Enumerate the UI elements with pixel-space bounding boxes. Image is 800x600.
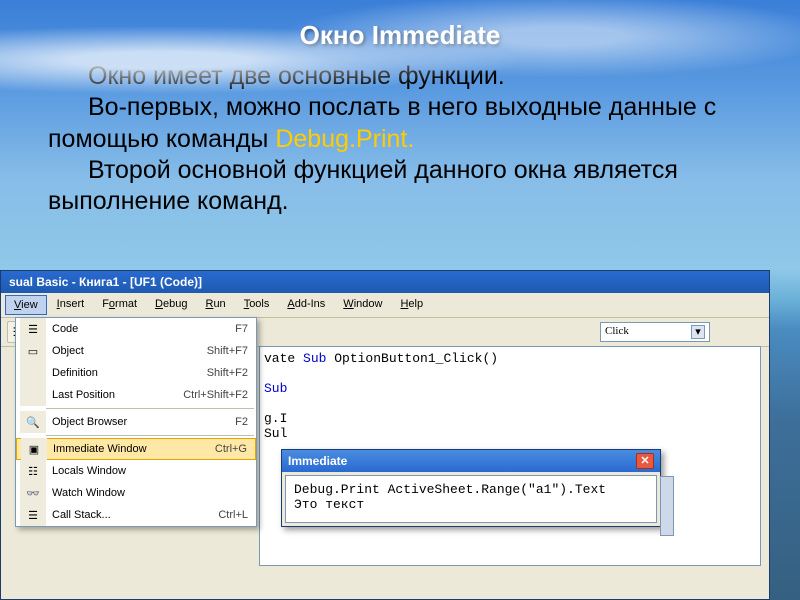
view-menu-object-browser[interactable]: 🔍 Object BrowserF2 — [16, 411, 256, 433]
menu-label: Object Browser — [52, 416, 235, 428]
vb-menubar: View Insert Format Debug Run Tools Add-I… — [1, 293, 769, 317]
menu-addins[interactable]: Add-Ins — [279, 295, 333, 315]
menu-label: Watch Window — [52, 487, 248, 499]
scrollbar-thumb[interactable] — [660, 476, 674, 536]
view-menu-code[interactable]: ☰ CodeF7 — [16, 318, 256, 340]
immediate-window[interactable]: Immediate ✕ Debug.Print ActiveSheet.Rang… — [281, 449, 661, 527]
immediate-body[interactable]: Debug.Print ActiveSheet.Range("a1").Text… — [285, 475, 657, 523]
paragraph-3: Второй основной функцией данного окна яв… — [48, 155, 752, 218]
blank-icon — [20, 384, 46, 406]
locals-icon: ☷ — [20, 460, 46, 482]
menu-label: Call Stack... — [52, 509, 218, 521]
vb-ide-window: sual Basic - Книга1 - [UF1 (Code)] View … — [0, 270, 770, 600]
menu-shortcut: Shift+F7 — [207, 345, 248, 357]
menu-insert[interactable]: Insert — [49, 295, 93, 315]
page-number: 22 — [718, 517, 740, 540]
object-icon: ▭ — [20, 340, 46, 362]
view-menu-last-position[interactable]: Last PositionCtrl+Shift+F2 — [16, 384, 256, 406]
view-menu-call-stack-[interactable]: ☰ Call Stack...Ctrl+L — [16, 504, 256, 526]
menu-shortcut: Ctrl+G — [215, 443, 247, 455]
menu-shortcut: F7 — [235, 323, 248, 335]
menu-help[interactable]: Help — [392, 295, 431, 315]
immediate-title: Immediate — [288, 454, 347, 468]
menu-tools[interactable]: Tools — [236, 295, 278, 315]
vb-title-bar[interactable]: sual Basic - Книга1 - [UF1 (Code)] — [1, 271, 769, 293]
menu-format[interactable]: Format — [94, 295, 145, 315]
view-dropdown-menu: ☰CodeF7▭ObjectShift+F7DefinitionShift+F2… — [15, 317, 257, 527]
blank-icon — [20, 362, 46, 384]
view-menu-locals-window[interactable]: ☷ Locals Window — [16, 460, 256, 482]
chevron-down-icon[interactable]: ▾ — [691, 325, 705, 339]
menu-shortcut: Ctrl+L — [218, 509, 248, 521]
menu-label: Last Position — [52, 389, 183, 401]
menu-debug[interactable]: Debug — [147, 295, 195, 315]
menu-label: Locals Window — [52, 465, 248, 477]
menu-label: Code — [52, 323, 235, 335]
immediate-line-1: Debug.Print ActiveSheet.Range("a1").Text — [294, 482, 648, 497]
browser-icon: 🔍 — [20, 411, 46, 433]
watch-icon: 👓 — [20, 482, 46, 504]
menu-label: Immediate Window — [53, 443, 215, 455]
menu-window[interactable]: Window — [335, 295, 390, 315]
immediate-line-2: Это текст — [294, 497, 648, 512]
menu-shortcut: Shift+F2 — [207, 367, 248, 379]
menu-run[interactable]: Run — [197, 295, 233, 315]
immediate-icon: ▣ — [21, 438, 47, 460]
menu-label: Object — [52, 345, 207, 357]
view-menu-definition[interactable]: DefinitionShift+F2 — [16, 362, 256, 384]
menu-shortcut: F2 — [235, 416, 248, 428]
procedure-dropdown[interactable]: Click▾ — [600, 322, 710, 342]
view-menu-watch-window[interactable]: 👓 Watch Window — [16, 482, 256, 504]
close-icon[interactable]: ✕ — [636, 453, 654, 469]
menu-view[interactable]: View — [5, 295, 47, 315]
menu-shortcut: Ctrl+Shift+F2 — [183, 389, 248, 401]
stack-icon: ☰ — [20, 504, 46, 526]
menu-label: Definition — [52, 367, 207, 379]
view-menu-immediate-window[interactable]: ▣ Immediate WindowCtrl+G — [16, 438, 256, 460]
view-menu-object[interactable]: ▭ ObjectShift+F7 — [16, 340, 256, 362]
code-icon: ☰ — [20, 318, 46, 340]
debug-print-text: Debug.Print. — [275, 125, 414, 153]
